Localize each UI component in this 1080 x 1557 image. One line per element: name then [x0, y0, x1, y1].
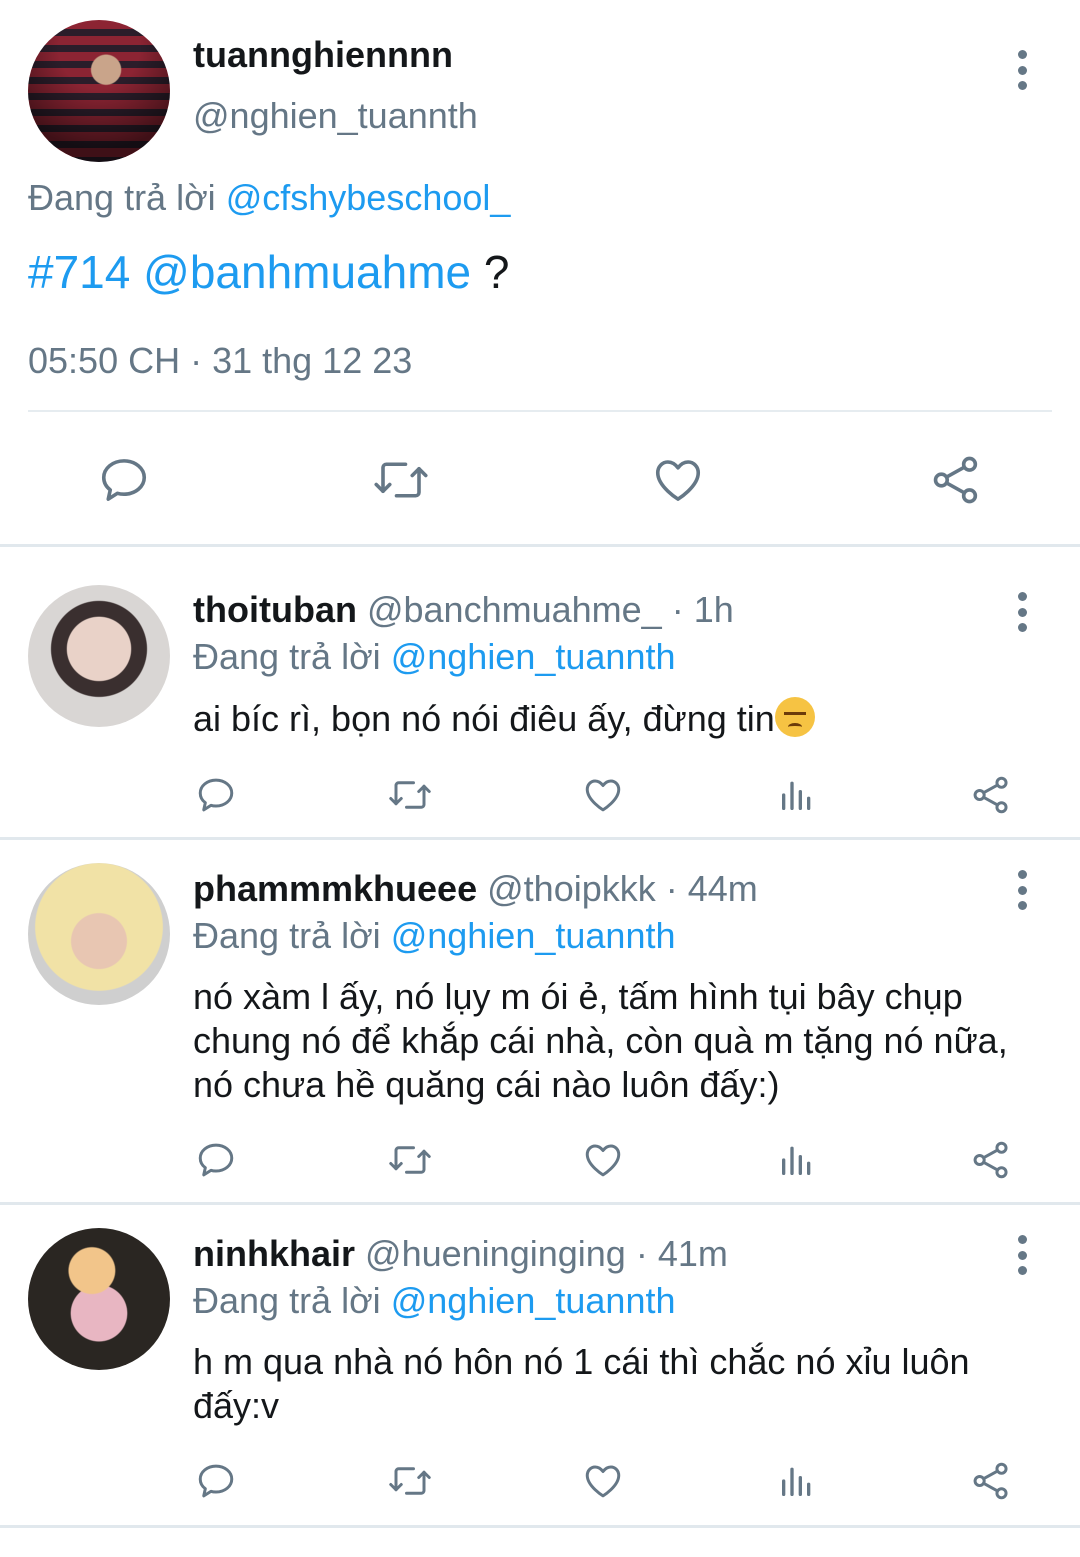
reply-header: ninhkhair @hueninginging · 41m	[193, 1233, 728, 1275]
reply-prefix: Đang trả lời	[193, 1280, 381, 1321]
tweet-text: ai bíc rì, bọn nó nói điêu ấy, đừng tin	[193, 697, 1053, 741]
avatar[interactable]	[28, 863, 170, 1005]
reply-to-link[interactable]: @nghien_tuannth	[391, 915, 676, 956]
display-name[interactable]: thoituban	[193, 589, 357, 630]
like-icon[interactable]	[581, 1459, 625, 1503]
like-icon[interactable]	[581, 1138, 625, 1182]
tweet-text: #714 @banhmuahme ?	[28, 245, 510, 299]
analytics-icon[interactable]	[775, 1138, 819, 1182]
retweet-icon[interactable]	[386, 773, 434, 817]
angry-cat-emoji	[774, 697, 815, 737]
reply-tweet[interactable]: phammmkhueee @thoipkkk · 44m Đang trả lờ…	[0, 840, 1080, 1202]
tweet-text: nó xàm l ấy, nó lụy m ói ẻ, tấm hình tụi…	[193, 976, 1008, 1105]
reply-header: thoituban @banchmuahme_ · 1h	[193, 589, 734, 631]
retweet-icon[interactable]	[370, 452, 432, 508]
reply-icon[interactable]	[194, 1459, 238, 1503]
reply-prefix: Đang trả lời	[193, 636, 381, 677]
reply-prefix: Đang trả lời	[28, 177, 216, 218]
display-name[interactable]: tuannghiennnn	[193, 34, 453, 76]
reply-icon[interactable]	[194, 1138, 238, 1182]
reply-to-link[interactable]: @nghien_tuannth	[391, 636, 676, 677]
replying-to: Đang trả lời @nghien_tuannth	[193, 636, 676, 678]
hashtag-link[interactable]: #714	[28, 246, 130, 298]
retweet-icon[interactable]	[386, 1459, 434, 1503]
like-icon[interactable]	[581, 773, 625, 817]
replying-to: Đang trả lời @nghien_tuannth	[193, 1280, 676, 1322]
tweet-text: h m qua nhà nó hôn nó 1 cái thì chắc nó …	[193, 1341, 970, 1426]
reply-time[interactable]: · 41m	[636, 1233, 728, 1274]
reply-tweet[interactable]: thoituban @banchmuahme_ · 1h Đang trả lờ…	[0, 547, 1080, 837]
main-tweet: tuannghiennnn @nghien_tuannth Đang trả l…	[0, 0, 1080, 545]
avatar[interactable]	[28, 20, 170, 162]
display-name[interactable]: phammmkhueee	[193, 868, 477, 909]
timestamp[interactable]: 05:50 CH · 31 thg 12 23	[28, 340, 412, 382]
reply-icon[interactable]	[96, 452, 152, 508]
share-icon[interactable]	[928, 452, 984, 508]
analytics-icon[interactable]	[775, 1459, 819, 1503]
more-options-icon[interactable]	[1017, 50, 1027, 90]
share-icon[interactable]	[969, 1138, 1013, 1182]
avatar[interactable]	[28, 1228, 170, 1370]
avatar[interactable]	[28, 585, 170, 727]
reply-prefix: Đang trả lời	[193, 915, 381, 956]
reply-time[interactable]: · 1h	[672, 589, 734, 630]
share-icon[interactable]	[969, 1459, 1013, 1503]
like-icon[interactable]	[650, 452, 706, 508]
divider	[0, 1525, 1080, 1528]
handle[interactable]: @nghien_tuannth	[193, 95, 478, 137]
reply-time[interactable]: · 44m	[666, 868, 758, 909]
replying-to: Đang trả lời @cfshybeschool_	[28, 177, 510, 219]
replying-to: Đang trả lời @nghien_tuannth	[193, 915, 676, 957]
handle[interactable]: @banchmuahme_	[367, 589, 662, 630]
display-name[interactable]: ninhkhair	[193, 1233, 355, 1274]
more-options-icon[interactable]	[1017, 870, 1027, 910]
reply-tweet[interactable]: ninhkhair @hueninginging · 41m Đang trả …	[0, 1205, 1080, 1525]
reply-icon[interactable]	[194, 773, 238, 817]
analytics-icon[interactable]	[775, 773, 819, 817]
handle[interactable]: @hueninginging	[365, 1233, 626, 1274]
tweet-text-body: ai bíc rì, bọn nó nói điêu ấy, đừng tin	[193, 698, 775, 739]
reply-to-link[interactable]: @cfshybeschool_	[226, 177, 511, 218]
reply-header: phammmkhueee @thoipkkk · 44m	[193, 868, 758, 910]
retweet-icon[interactable]	[386, 1138, 434, 1182]
share-icon[interactable]	[969, 773, 1013, 817]
mention-link[interactable]: @banhmuahme	[143, 246, 471, 298]
divider	[28, 410, 1052, 412]
more-options-icon[interactable]	[1017, 592, 1027, 632]
tweet-text-suffix: ?	[471, 246, 510, 298]
more-options-icon[interactable]	[1017, 1235, 1027, 1275]
handle[interactable]: @thoipkkk	[487, 868, 656, 909]
reply-to-link[interactable]: @nghien_tuannth	[391, 1280, 676, 1321]
